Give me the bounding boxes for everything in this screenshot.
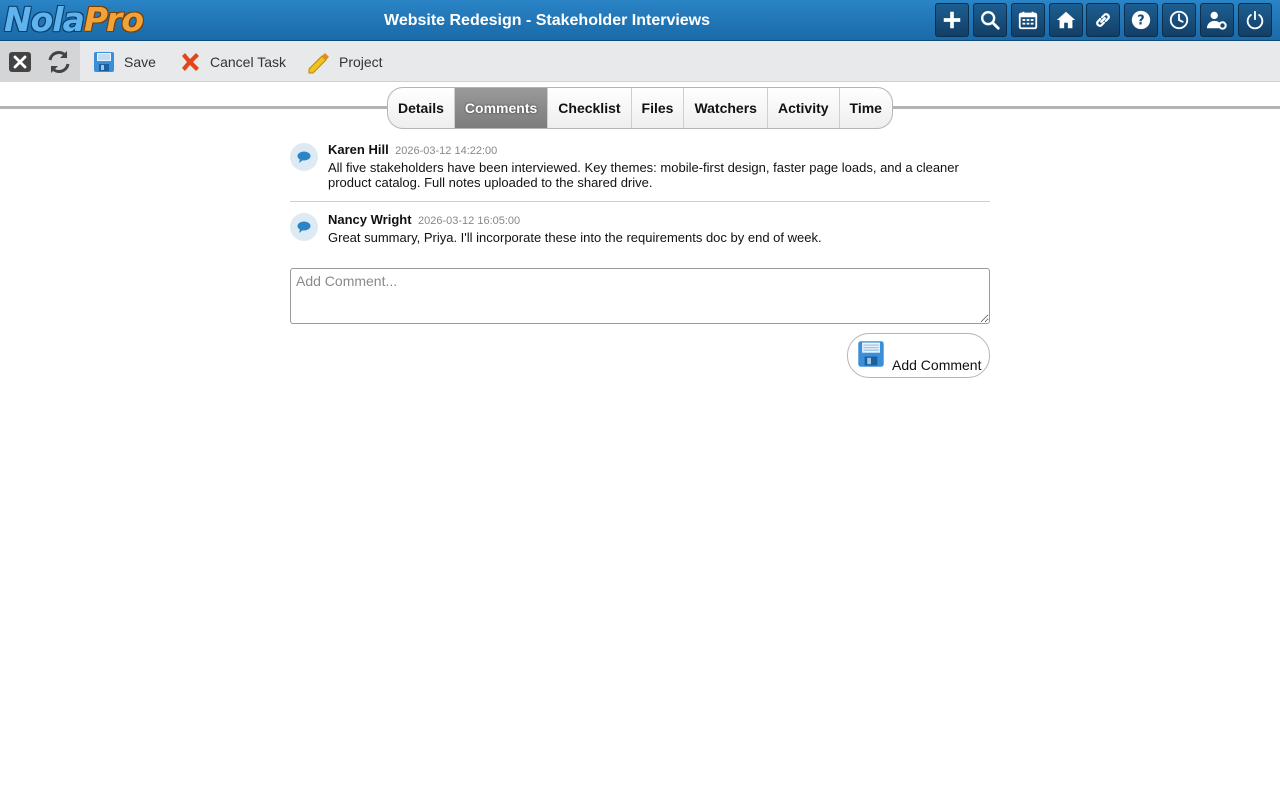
clock-icon: [1169, 10, 1189, 30]
user-settings-button[interactable]: [1200, 3, 1234, 37]
link-icon: [1096, 13, 1110, 27]
tab-checklist[interactable]: Checklist: [548, 88, 632, 128]
add-new-button[interactable]: [935, 3, 969, 37]
comment-timestamp: 2026-03-12 16:05:00: [418, 215, 521, 227]
nolapro-logo[interactable]: NolaPro: [4, 0, 144, 39]
help-icon: ?: [1131, 10, 1151, 30]
help-button[interactable]: ?: [1124, 3, 1158, 37]
tab-details[interactable]: Details: [388, 88, 455, 128]
user-settings-icon: [1206, 11, 1227, 30]
comment-bubble-icon: [290, 143, 318, 171]
tab-line-left: [0, 106, 388, 109]
comment-bubble-icon: [290, 213, 318, 241]
tab-files[interactable]: Files: [632, 88, 685, 128]
comment-item: Karen Hill 2026-03-12 14:22:00 All five …: [290, 141, 990, 196]
cancel-x-icon: [178, 50, 202, 74]
comment-item: Nancy Wright 2026-03-12 16:05:00 Great s…: [290, 211, 990, 251]
tab-line-right: [892, 106, 1280, 109]
links-button[interactable]: [1086, 3, 1120, 37]
logo-text-pro: Pro: [83, 0, 144, 39]
calendar-button[interactable]: [1011, 3, 1045, 37]
comment-author: Karen Hill: [328, 142, 389, 157]
cancel-task-button[interactable]: Cancel Task: [178, 41, 286, 82]
plus-icon: [943, 11, 961, 29]
tab-activity[interactable]: Activity: [768, 88, 840, 128]
time-tracking-button[interactable]: [1162, 3, 1196, 37]
tab-comments[interactable]: Comments: [454, 88, 549, 128]
search-icon: [981, 11, 1000, 30]
calendar-icon: [1018, 11, 1038, 30]
tab-watchers[interactable]: Watchers: [684, 88, 768, 128]
refresh-icon: [48, 51, 70, 73]
home-button[interactable]: [1049, 3, 1083, 37]
logout-button[interactable]: [1238, 3, 1272, 37]
floppy-disk-icon: [92, 50, 116, 74]
comment-divider: [290, 201, 990, 202]
pencil-icon: [307, 50, 331, 74]
comment-timestamp: 2026-03-12 14:22:00: [395, 145, 498, 157]
save-button[interactable]: Save: [92, 41, 156, 82]
close-button[interactable]: [7, 49, 33, 75]
floppy-disk-icon: [857, 340, 885, 368]
save-label: Save: [124, 53, 156, 70]
comment-author: Nancy Wright: [328, 212, 412, 227]
logo-text-nola: Nola: [4, 0, 85, 39]
cancel-task-label: Cancel Task: [210, 53, 287, 70]
svg-text:?: ?: [1137, 14, 1144, 29]
project-label: Project: [339, 53, 383, 70]
task-toolbar: Save Cancel Task Project: [0, 41, 1280, 82]
add-comment-input[interactable]: [290, 268, 990, 324]
top-header: NolaPro Website Redesign - Stakeholder I…: [0, 0, 1280, 41]
page-title: Website Redesign - Stakeholder Interview…: [384, 12, 711, 29]
close-icon: [9, 52, 31, 72]
task-tabs: Details Comments Checklist Files Watcher…: [387, 87, 893, 129]
comment-body: Great summary, Priya. I'll incorporate t…: [328, 230, 822, 245]
home-icon: [1056, 11, 1076, 29]
search-button[interactable]: [973, 3, 1007, 37]
project-button[interactable]: Project: [307, 41, 383, 82]
tab-time[interactable]: Time: [840, 88, 892, 128]
comment-header: Karen Hill 2026-03-12 14:22:00: [328, 141, 497, 159]
refresh-button[interactable]: [46, 49, 72, 75]
add-comment-label: Add Comment: [892, 357, 982, 373]
comment-body: All five stakeholders have been intervie…: [328, 160, 959, 190]
add-comment-button[interactable]: Add Comment: [847, 333, 990, 378]
power-icon: [1246, 10, 1264, 30]
comment-header: Nancy Wright 2026-03-12 16:05:00: [328, 211, 520, 229]
